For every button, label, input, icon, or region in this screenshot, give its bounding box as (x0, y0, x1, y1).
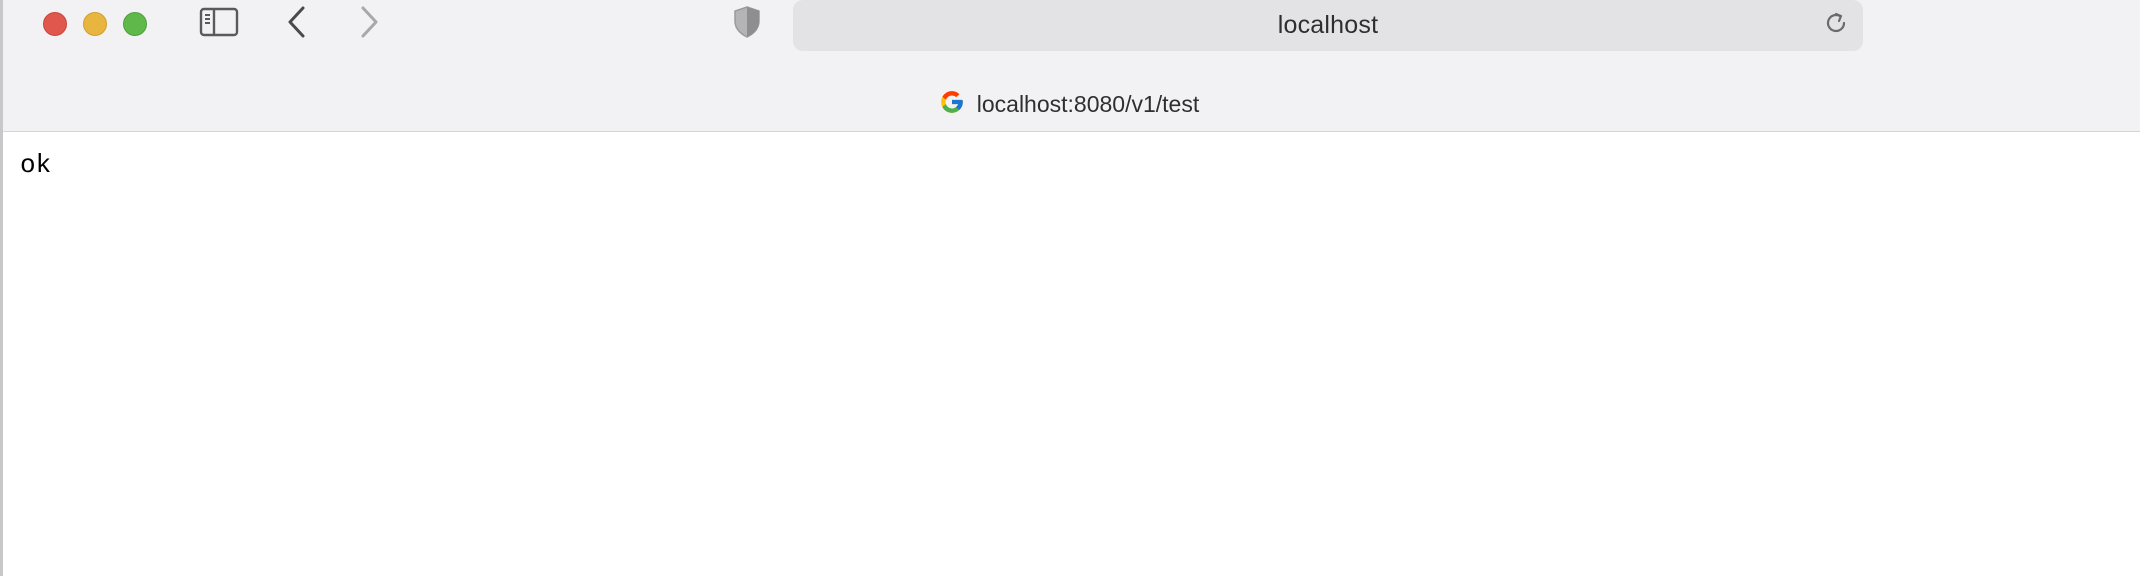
chevron-left-icon (286, 5, 308, 44)
privacy-report-button[interactable] (730, 5, 764, 44)
reload-button[interactable] (1821, 10, 1851, 40)
tab-active[interactable]: localhost:8080/v1/test (939, 89, 1199, 120)
browser-window: localhost localhost:8080/v1/test ok (0, 0, 2140, 576)
browser-toolbar: localhost localhost:8080/v1/test (0, 0, 2140, 132)
tab-bar: localhost:8080/v1/test (0, 80, 2140, 128)
sidebar-toggle-button[interactable] (198, 6, 240, 42)
chevron-right-icon (358, 5, 380, 44)
address-bar-text: localhost (1277, 11, 1379, 39)
window-close-button[interactable] (43, 12, 67, 36)
page-body-text: ok (20, 150, 52, 180)
forward-button[interactable] (354, 6, 384, 42)
google-g-icon (939, 89, 965, 120)
window-minimize-button[interactable] (83, 12, 107, 36)
shield-icon (732, 5, 762, 44)
address-bar[interactable]: localhost (793, 0, 1863, 51)
tab-title: localhost:8080/v1/test (976, 90, 1200, 117)
back-button[interactable] (282, 6, 312, 42)
sidebar-icon (199, 6, 239, 43)
page-content: ok (3, 132, 2140, 576)
reload-icon (1823, 10, 1849, 41)
window-maximize-button[interactable] (123, 12, 147, 36)
